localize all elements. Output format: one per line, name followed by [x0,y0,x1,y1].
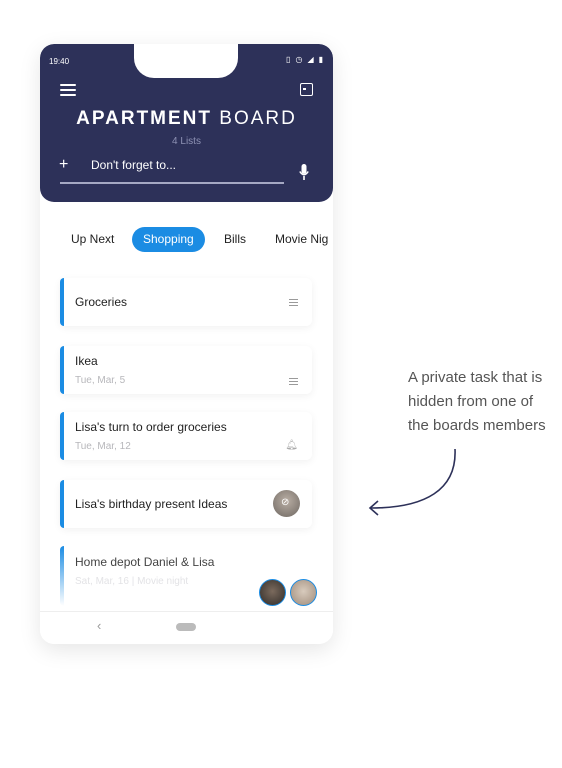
task-card[interactable]: Groceries [60,278,312,326]
board-title: APARTMENT BOARD [76,108,297,129]
task-title: Lisa's birthday present Ideas [75,497,228,511]
tab-bills[interactable]: Bills [224,227,246,252]
task-title: Lisa's turn to order groceries [75,420,227,434]
annotation-arrow [368,448,456,516]
hidden-member-avatar: ⊘ [273,490,300,517]
back-icon[interactable]: ‹ [97,618,101,633]
vibrate-icon: ▯ [286,55,291,64]
task-card[interactable]: Ikea Tue, Mar, 5 [60,346,312,394]
task-date: Sat, Mar, 16 | Movie night [75,576,189,587]
task-date: Tue, Mar, 12 [75,441,131,452]
annotation-text: A private task that is hidden from one o… [408,369,546,434]
task-input[interactable]: Don't forget to... [91,158,176,172]
battery-icon: ▮ [318,55,323,64]
list-icon [289,378,298,385]
member-avatar [290,579,317,606]
tab-movie-night[interactable]: Movie Nig [275,227,328,252]
phone-frame: 19:40 ▯ ◷ ◢ ▮ APARTMENT BOARD 4 Lists + … [40,44,333,644]
task-title: Groceries [75,295,128,309]
task-date: Tue, Mar, 5 [75,375,126,386]
task-card[interactable]: Lisa's turn to order groceries Tue, Mar,… [60,412,312,460]
home-pill[interactable] [176,623,196,631]
status-icons: ▯ ◷ ◢ ▮ [286,55,323,64]
calendar-icon[interactable] [300,83,313,96]
list-icon [289,299,298,306]
eye-off-icon: ⊘ [281,497,290,508]
task-title: Home depot Daniel & Lisa [75,555,215,569]
alarm-icon: ◷ [295,55,303,64]
signal-icon: ◢ [307,55,314,64]
system-nav-bar: ‹ [40,611,333,644]
task-title: Ikea [75,354,98,368]
member-avatar [259,579,286,606]
task-card[interactable]: Lisa's birthday present Ideas ⊘ [60,480,312,528]
microphone-icon[interactable] [299,164,309,182]
status-time: 19:40 [49,57,70,66]
tab-shopping[interactable]: Shopping [132,227,205,252]
input-underline [60,182,284,184]
bell-icon: 🔔︎ [285,440,298,451]
list-count: 4 Lists [172,136,201,147]
camera-notch [134,44,238,78]
add-icon[interactable]: + [59,156,68,174]
tab-up-next[interactable]: Up Next [71,227,114,252]
menu-icon[interactable] [60,84,76,96]
list-tabs: Up Next Shopping Bills Movie Nig [40,227,333,253]
task-card[interactable]: Home depot Daniel & Lisa Sat, Mar, 16 | … [60,546,317,606]
